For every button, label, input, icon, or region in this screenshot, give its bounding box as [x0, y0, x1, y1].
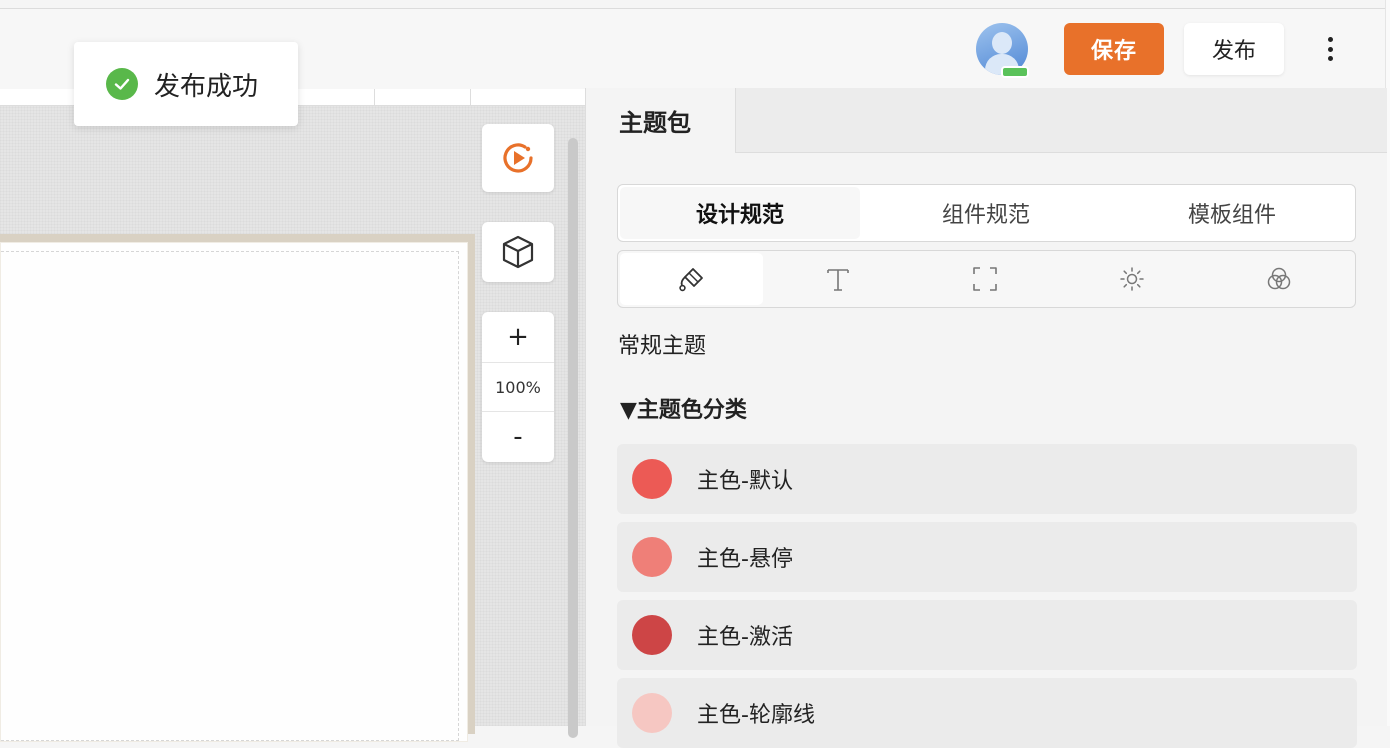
color-swatch	[632, 459, 672, 499]
check-circle-icon	[106, 68, 138, 100]
toast-message: 发布成功	[154, 71, 259, 102]
icon-tab-frame[interactable]	[913, 253, 1056, 305]
segment-design-spec[interactable]: 设计规范	[620, 187, 860, 239]
zoom-level[interactable]: 100%	[482, 362, 554, 412]
brightness-icon	[1119, 267, 1144, 291]
color-name: 主色-悬停	[697, 547, 793, 572]
zoom-out-button[interactable]: -	[482, 412, 554, 462]
cube-icon	[502, 235, 534, 269]
artboard[interactable]	[0, 242, 468, 742]
artboard-safe-area	[1, 251, 459, 741]
color-item[interactable]: 主色-默认	[617, 444, 1357, 514]
success-toast: 发布成功	[74, 42, 298, 126]
paint-bucket-icon	[678, 268, 703, 292]
color-item[interactable]: 主色-悬停	[617, 522, 1357, 592]
3d-view-button[interactable]	[482, 222, 554, 282]
color-item[interactable]: 主色-轮廓线	[617, 678, 1357, 748]
theme-panel: 主题包 设计规范 组件规范 模板组件 常规主题 ▼主题色分类 主色-默认 主色-…	[585, 88, 1387, 748]
icon-tab-blend[interactable]	[1207, 253, 1350, 305]
spec-segmented-control: 设计规范 组件规范 模板组件	[617, 184, 1356, 242]
online-status-badge	[1001, 66, 1029, 78]
color-swatch	[632, 693, 672, 733]
icon-tab-brightness[interactable]	[1060, 253, 1203, 305]
color-item[interactable]: 主色-激活	[617, 600, 1357, 670]
segment-template-components[interactable]: 模板组件	[1112, 187, 1352, 239]
color-name: 主色-激活	[697, 625, 793, 650]
theme-color-category-toggle[interactable]: ▼主题色分类	[620, 392, 747, 424]
color-name: 主色-轮廓线	[697, 703, 815, 728]
segment-component-spec[interactable]: 组件规范	[866, 187, 1106, 239]
tab-theme-package[interactable]: 主题包	[586, 88, 736, 153]
preview-button[interactable]	[482, 124, 554, 192]
publish-button[interactable]: 发布	[1184, 23, 1284, 75]
canvas-scrollbar[interactable]	[568, 138, 578, 738]
zoom-in-button[interactable]: +	[482, 312, 554, 362]
icon-tab-text[interactable]	[766, 253, 909, 305]
frame-icon	[972, 267, 997, 291]
more-vertical-icon[interactable]	[1318, 33, 1342, 65]
icon-tab-fill[interactable]	[620, 253, 763, 305]
color-name: 主色-默认	[697, 469, 793, 494]
style-icon-tabs	[617, 250, 1356, 308]
save-button[interactable]: 保存	[1064, 23, 1164, 75]
text-icon	[826, 269, 849, 291]
play-preview-icon	[503, 143, 533, 173]
color-swatch	[632, 537, 672, 577]
color-swatch	[632, 615, 672, 655]
zoom-control: + 100% -	[482, 312, 554, 462]
color-blend-icon	[1267, 267, 1290, 290]
theme-label: 常规主题	[618, 334, 707, 359]
